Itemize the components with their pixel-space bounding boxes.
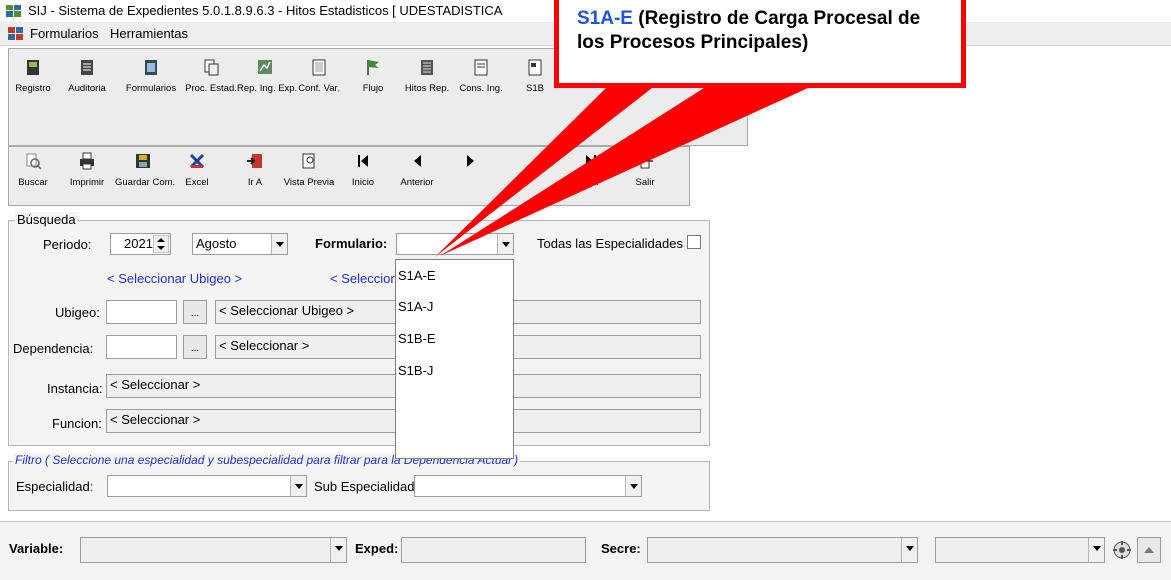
- callout-code: S1A-E: [577, 8, 633, 29]
- annotation-callout: S1A-E (Registro de Carga Procesal de los…: [554, 0, 966, 88]
